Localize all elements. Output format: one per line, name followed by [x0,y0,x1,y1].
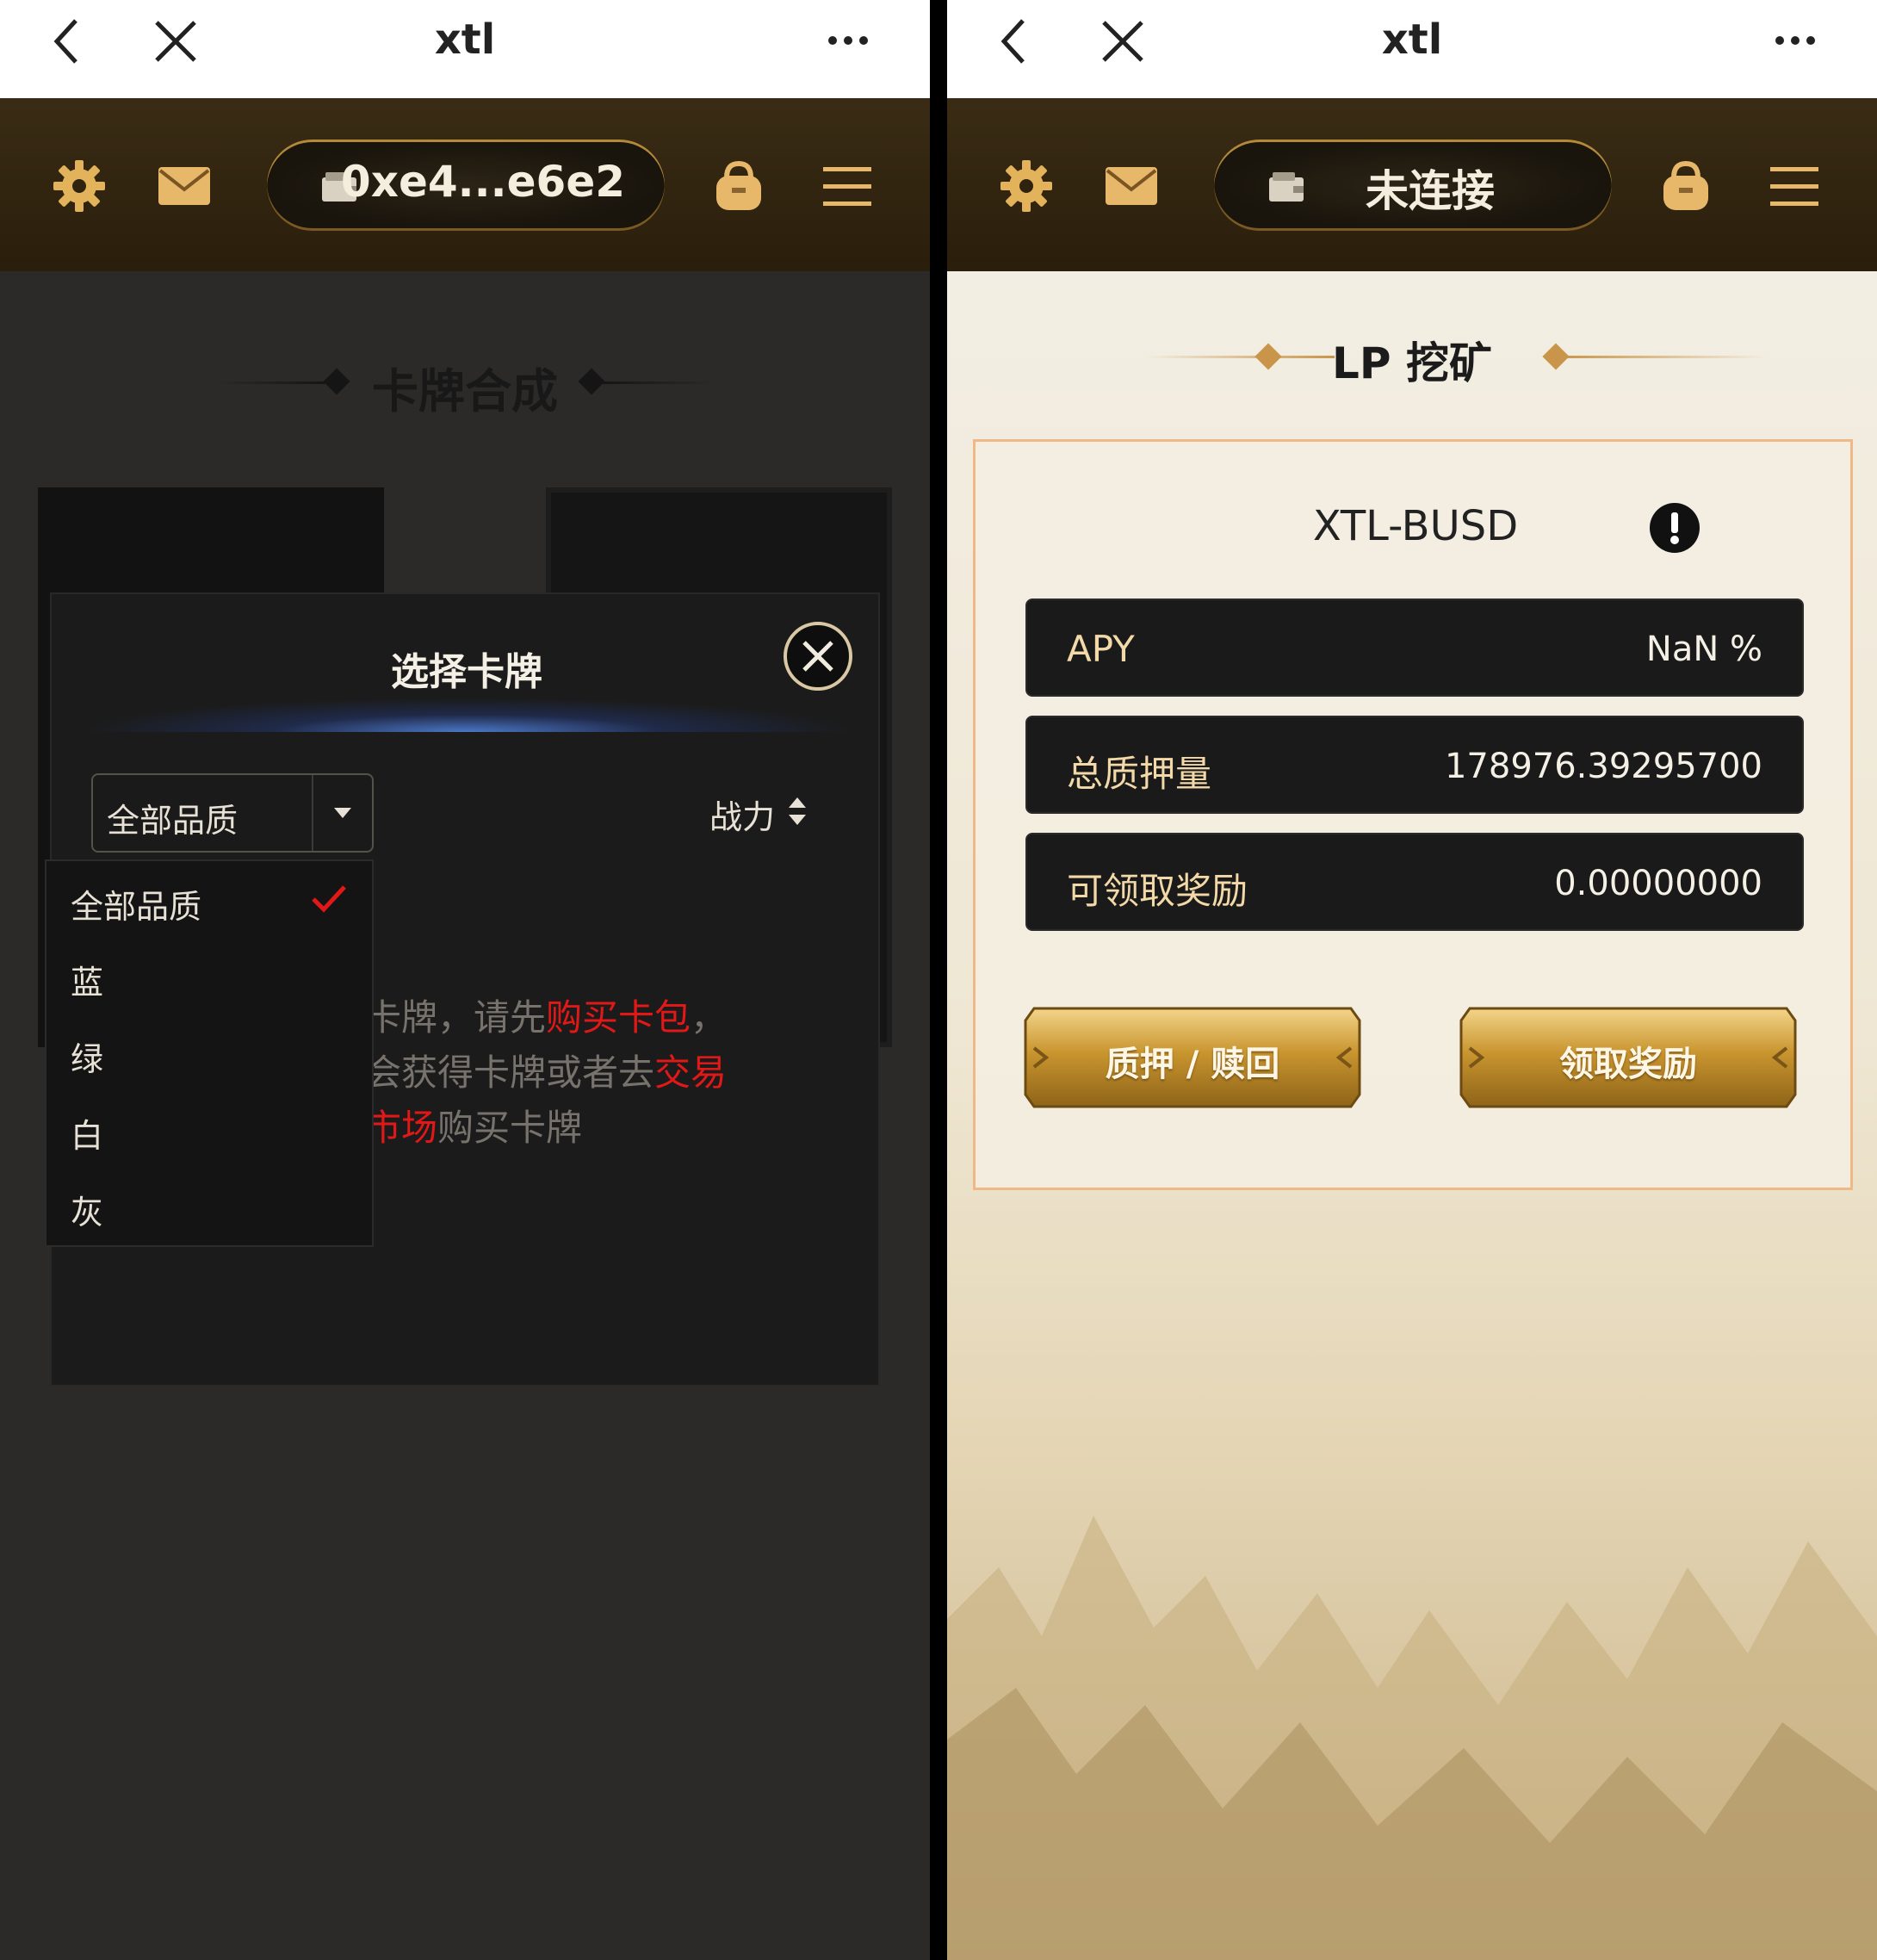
caret-down-icon [334,808,351,818]
stat-label: APY [1067,628,1135,670]
section-title: 卡牌合成 [372,364,558,419]
modal-title: 选择卡牌 [391,650,542,694]
sort-power-button[interactable]: 战力 [709,791,775,838]
stat-row-total-staked: 总质押量 178976.39295700 [1025,716,1804,814]
backpack-icon[interactable] [711,158,766,214]
stat-value: 0.00000000 [1554,864,1762,903]
page-title: xtl [1381,16,1443,64]
more-icon[interactable] [822,19,874,62]
dropdown-option[interactable]: 白 [71,1109,103,1157]
page-title: xtl [434,16,496,64]
stat-value: NaN % [1645,630,1762,669]
more-icon[interactable] [1769,19,1821,62]
stat-label: 总质押量 [1067,753,1212,795]
gear-icon[interactable] [52,158,107,214]
lp-pool-card: XTL-BUSD APY NaN % 总质押量 178976.39295700 … [973,439,1853,1190]
dropdown-option[interactable]: 全部品质 [71,880,201,927]
backpack-icon[interactable] [1658,158,1713,214]
stat-label: 可领取奖励 [1067,870,1248,912]
stat-row-apy: APY NaN % [1025,599,1804,697]
dropdown-option[interactable]: 绿 [71,1033,103,1080]
quality-dropdown: 全部品质 蓝 绿 白 灰 [45,859,374,1247]
right-screen: xtl 未连接 LP 挖矿 XTL-BUSD APY NaN % 总质押量 17… [947,0,1877,1960]
button-label: 质押 / 赎回 [1105,1045,1280,1084]
title-decoration-right [603,381,715,384]
close-icon[interactable] [782,620,854,692]
title-glow [77,698,856,732]
title-decoration-left [1145,356,1335,358]
title-decoration-right [1560,356,1767,358]
mail-icon[interactable] [157,158,212,214]
stat-row-claimable: 可领取奖励 0.00000000 [1025,833,1804,931]
stake-redeem-button[interactable]: 质押 / 赎回 [1022,1003,1363,1112]
dropdown-option[interactable]: 蓝 [71,956,103,1003]
mountain-background-image [947,1516,1877,1960]
wallet-status: 未连接 [1366,166,1495,216]
pool-pair-name: XTL-BUSD [1312,502,1519,550]
menu-icon[interactable] [820,158,875,214]
check-icon [312,885,346,913]
dropdown-option[interactable]: 灰 [71,1186,103,1233]
left-screen: xtl 0xe4...e6e2 卡牌合成 选择卡牌 全部品质 战力 您还没有卡牌… [0,0,930,1960]
menu-icon[interactable] [1767,158,1822,214]
info-icon[interactable] [1649,502,1700,554]
button-label: 领取奖励 [1559,1045,1697,1084]
gear-icon[interactable] [999,158,1054,214]
mail-icon[interactable] [1104,158,1159,214]
empty-text: 购买卡牌 [437,1107,583,1149]
connect-wallet-button[interactable]: 未连接 [1214,140,1612,231]
browser-titlebar: xtl [947,0,1877,98]
browser-titlebar: xtl [0,0,930,98]
section-title: LP 挖矿 [1332,338,1492,388]
game-header: 未连接 [947,98,1877,271]
sort-icon[interactable] [785,794,809,828]
wallet-address: 0xe4...e6e2 [340,157,626,207]
stat-value: 178976.39295700 [1444,747,1762,786]
quality-filter-select[interactable]: 全部品质 [91,773,374,853]
select-divider [312,775,313,851]
wallet-button[interactable]: 0xe4...e6e2 [267,140,665,231]
select-value: 全部品质 [107,802,238,840]
buy-pack-link[interactable]: 购买卡包 [546,996,691,1039]
game-header: 0xe4...e6e2 [0,98,930,271]
title-decoration-left [215,381,327,384]
claim-reward-button[interactable]: 领取奖励 [1458,1003,1799,1112]
